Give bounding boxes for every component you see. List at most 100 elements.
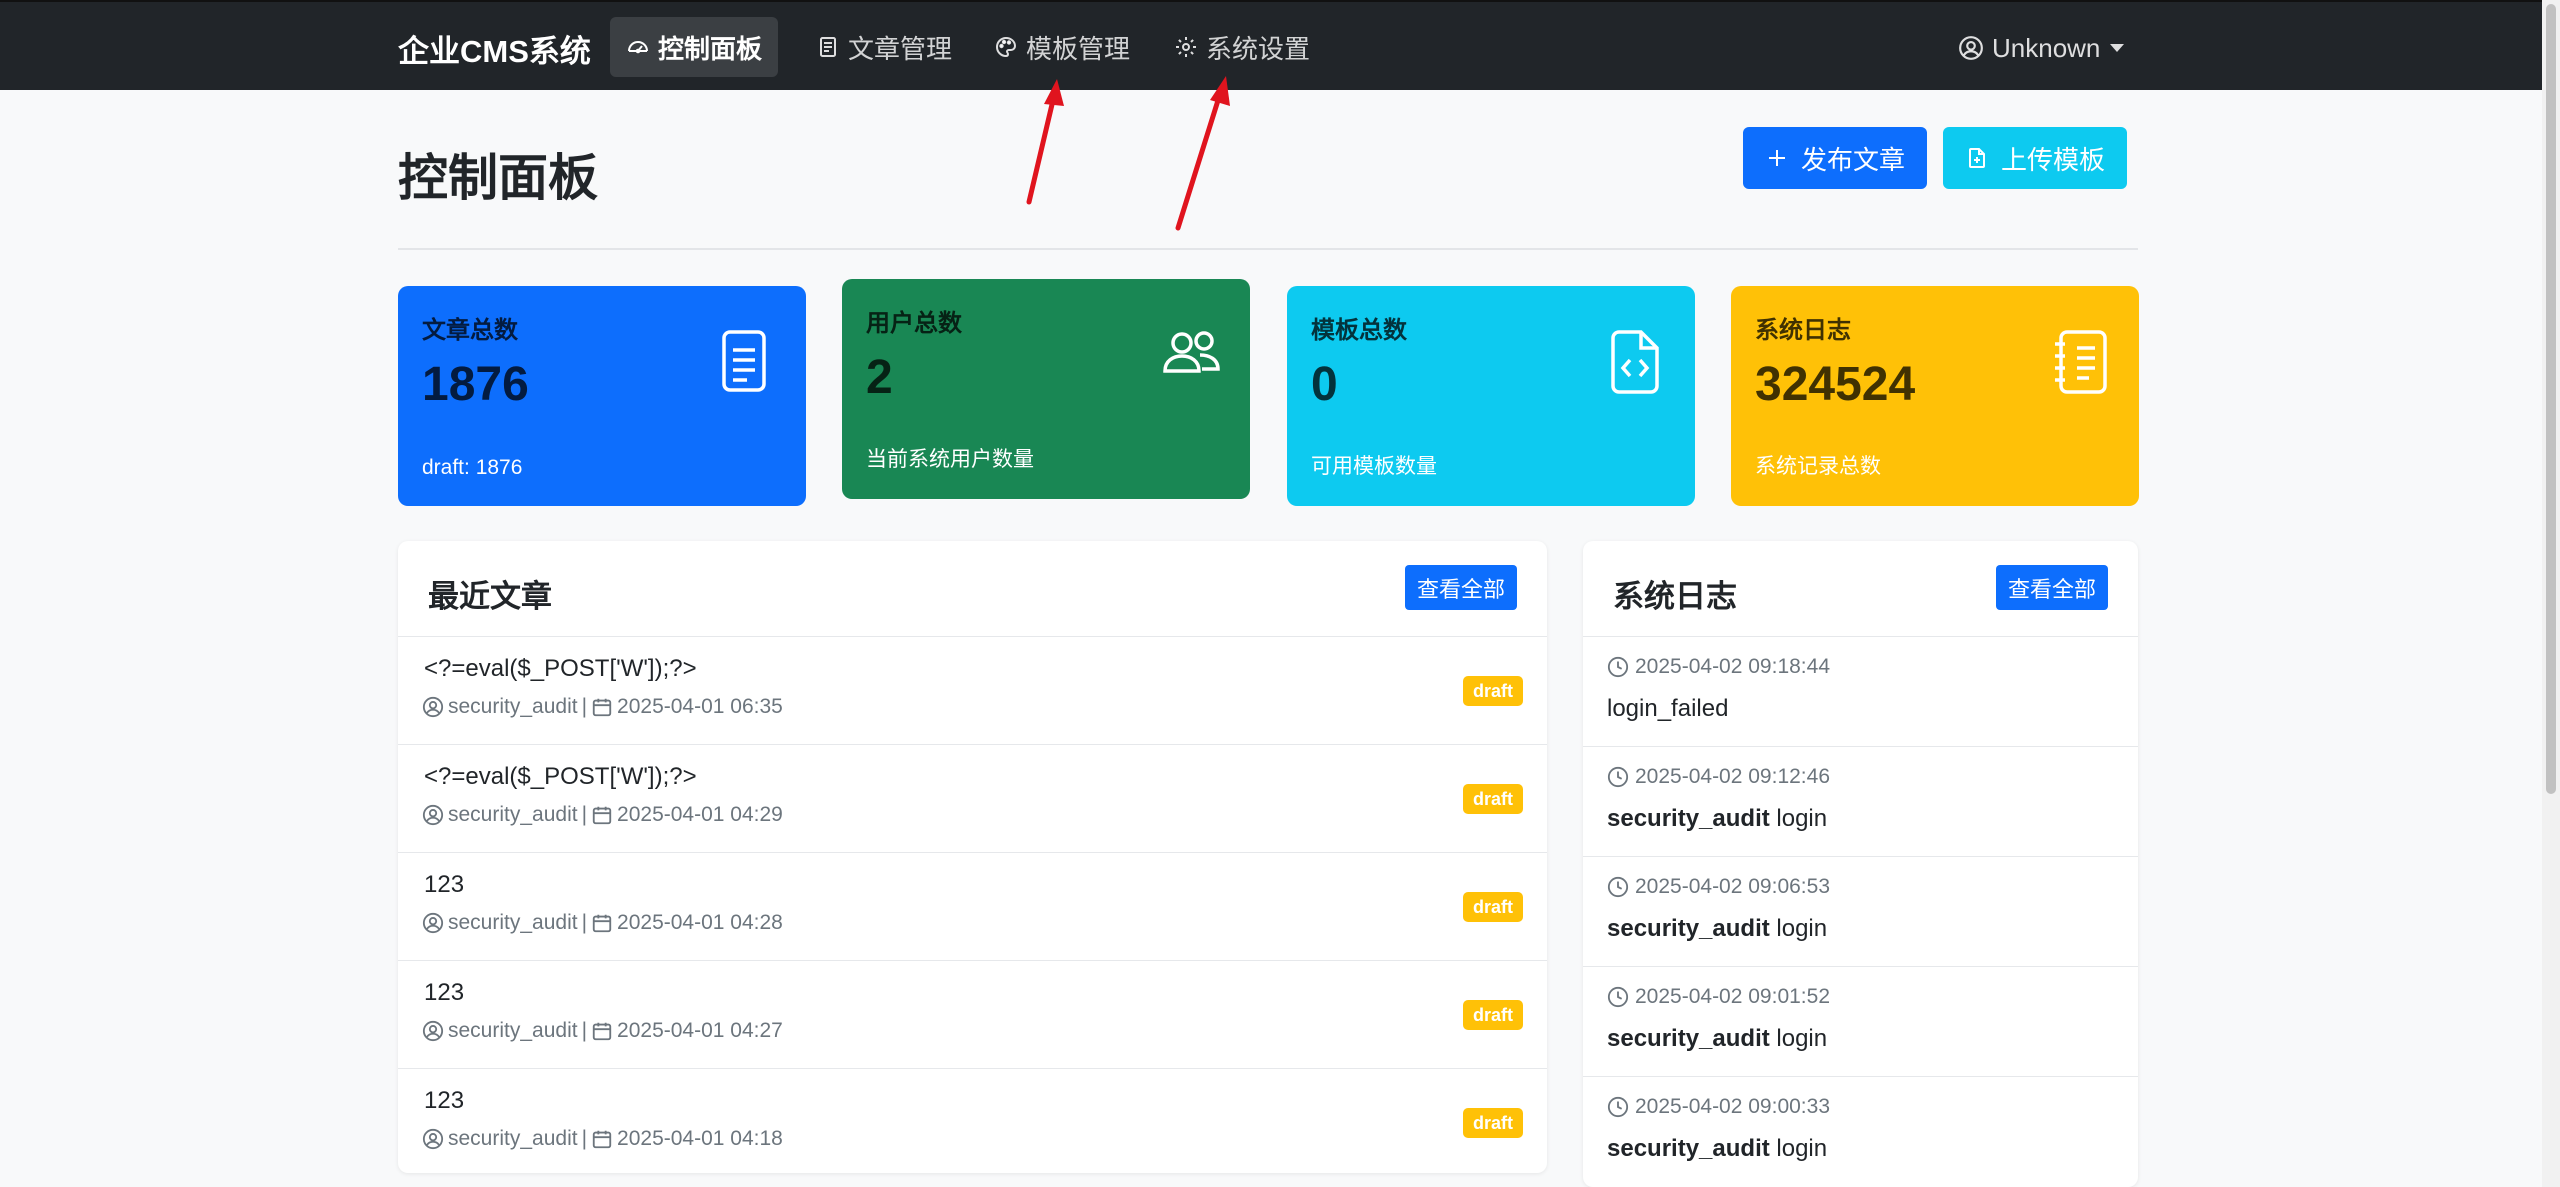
log-entry: 2025-04-02 09:18:44 login_failed: [1583, 637, 2138, 747]
gear-icon: [1176, 37, 1196, 57]
recent-articles-panel: 最近文章 查看全部 <?=eval($_POST['W']);?> securi…: [398, 541, 1547, 1173]
article-author: security_audit: [448, 803, 578, 826]
log-entry: 2025-04-02 09:00:33 security_audit login: [1583, 1077, 2138, 1187]
panel-header: 系统日志 查看全部: [1583, 541, 2138, 637]
scrollbar-thumb[interactable]: [2546, 4, 2556, 794]
article-meta: security_audit | 2025-04-01 04:18: [422, 1127, 783, 1151]
clock-icon: [1607, 876, 1629, 898]
journal-icon: [2055, 330, 2107, 394]
log-action: login: [1776, 915, 1828, 942]
nav-item-label: 文章管理: [848, 33, 953, 64]
article-author: security_audit: [448, 911, 578, 934]
log-entry: 2025-04-02 09:06:53 security_audit login: [1583, 857, 2138, 967]
stat-foot: 系统记录总数: [1755, 455, 1881, 478]
nav-item-settings[interactable]: 系统设置: [1158, 17, 1326, 77]
article-author: security_audit: [448, 1019, 578, 1042]
clock-icon: [1607, 1096, 1629, 1118]
article-meta: security_audit | 2025-04-01 04:27: [422, 1019, 783, 1043]
meta-separator: |: [581, 803, 588, 826]
speedometer-icon: [628, 41, 648, 54]
person-circle-icon: [422, 696, 444, 718]
people-icon: [1163, 331, 1220, 373]
log-message: login_failed: [1607, 695, 1728, 723]
log-action: login_failed: [1607, 695, 1729, 722]
plus-icon: [1768, 150, 1785, 166]
brand-logo[interactable]: 企业CMS系统: [398, 26, 591, 71]
page-title: 控制面板: [398, 150, 598, 206]
nav-item-templates[interactable]: 模板管理: [978, 17, 1146, 77]
document-icon: [820, 37, 836, 57]
stat-foot: 当前系统用户数量: [866, 448, 1034, 471]
stat-foot: 可用模板数量: [1311, 455, 1437, 478]
article-meta: security_audit | 2025-04-01 04:28: [422, 911, 783, 935]
log-timestamp: 2025-04-02 09:18:44: [1635, 655, 1830, 678]
status-badge: draft: [1463, 676, 1523, 706]
list-item[interactable]: 123 security_audit | 2025-04-01 04:18 dr…: [398, 1069, 1547, 1173]
article-date: 2025-04-01 04:28: [617, 911, 783, 934]
log-time: 2025-04-02 09:01:52: [1607, 985, 1830, 1009]
panel-title: 系统日志: [1613, 579, 1737, 614]
log-user: security_audit: [1607, 805, 1770, 832]
log-time: 2025-04-02 09:00:33: [1607, 1095, 1830, 1119]
clock-icon: [1607, 656, 1629, 678]
calendar-icon: [592, 806, 612, 825]
nav-item-dashboard[interactable]: 控制面板: [610, 17, 779, 77]
stat-card-users: 用户总数 2 当前系统用户数量: [842, 279, 1250, 499]
clock-icon: [1607, 766, 1629, 788]
list-item[interactable]: 123 security_audit | 2025-04-01 04:28 dr…: [398, 853, 1547, 961]
list-item[interactable]: <?=eval($_POST['W']);?> security_audit |…: [398, 637, 1547, 745]
scrollbar[interactable]: [2542, 0, 2560, 1187]
article-title[interactable]: <?=eval($_POST['W']);?>: [424, 763, 697, 791]
header-divider: [398, 248, 2138, 250]
log-message: security_audit login: [1607, 915, 1827, 943]
log-time: 2025-04-02 09:18:44: [1607, 655, 1830, 679]
nav-item-articles[interactable]: 文章管理: [800, 17, 968, 77]
log-user: security_audit: [1607, 1025, 1770, 1052]
status-badge: draft: [1463, 892, 1523, 922]
article-title[interactable]: 123: [424, 871, 464, 899]
article-date: 2025-04-01 04:29: [617, 803, 783, 826]
nav-item-label: 系统设置: [1206, 33, 1311, 64]
upload-template-label: 上传模板: [2000, 144, 2105, 175]
list-item[interactable]: 123 security_audit | 2025-04-01 04:27 dr…: [398, 961, 1547, 1069]
article-title[interactable]: <?=eval($_POST['W']);?>: [424, 655, 697, 683]
view-all-logs-button[interactable]: 查看全部: [1995, 565, 2108, 610]
status-badge: draft: [1463, 784, 1523, 814]
log-action: login: [1776, 1135, 1828, 1162]
system-logs-panel: 系统日志 查看全部 2025-04-02 09:18:44 login_fail…: [1583, 541, 2138, 1187]
file-plus-icon: [1968, 148, 1985, 168]
person-circle-icon: [422, 1020, 444, 1042]
navbar: 企业CMS系统 控制面板 文章管理 模板管理 系统设置 Unknown: [0, 0, 2542, 90]
user-name: Unknown: [1992, 32, 2101, 63]
meta-separator: |: [581, 695, 588, 718]
stat-card-system-logs: 系统日志 324524 系统记录总数: [1731, 286, 2139, 506]
log-timestamp: 2025-04-02 09:06:53: [1635, 875, 1830, 898]
view-all-articles-button[interactable]: 查看全部: [1404, 565, 1517, 610]
log-message: security_audit login: [1607, 805, 1827, 833]
person-circle-icon: [422, 1128, 444, 1150]
log-timestamp: 2025-04-02 09:12:46: [1635, 765, 1830, 788]
list-item[interactable]: <?=eval($_POST['W']);?> security_audit |…: [398, 745, 1547, 853]
panel-header: 最近文章 查看全部: [398, 541, 1547, 637]
log-message: security_audit login: [1607, 1025, 1827, 1053]
nav-item-label: 模板管理: [1026, 33, 1131, 64]
chevron-down-icon: [2110, 44, 2125, 52]
log-time: 2025-04-02 09:12:46: [1607, 765, 1830, 789]
article-title[interactable]: 123: [424, 979, 464, 1007]
document-icon: [722, 330, 766, 392]
person-circle-icon: [1959, 36, 1983, 60]
user-menu-dropdown[interactable]: Unknown: [1958, 28, 2125, 68]
log-entry: 2025-04-02 09:12:46 security_audit login: [1583, 747, 2138, 857]
publish-article-button[interactable]: 发布文章: [1743, 127, 1927, 189]
publish-article-label: 发布文章: [1800, 144, 1905, 175]
log-message: security_audit login: [1607, 1135, 1827, 1163]
person-circle-icon: [422, 912, 444, 934]
upload-template-button[interactable]: 上传模板: [1943, 127, 2127, 189]
article-title[interactable]: 123: [424, 1087, 464, 1115]
article-meta: security_audit | 2025-04-01 04:29: [422, 803, 783, 827]
calendar-icon: [592, 914, 612, 933]
log-action: login: [1776, 805, 1828, 832]
article-date: 2025-04-01 04:27: [617, 1019, 783, 1042]
clock-icon: [1607, 986, 1629, 1008]
calendar-icon: [592, 1130, 612, 1149]
